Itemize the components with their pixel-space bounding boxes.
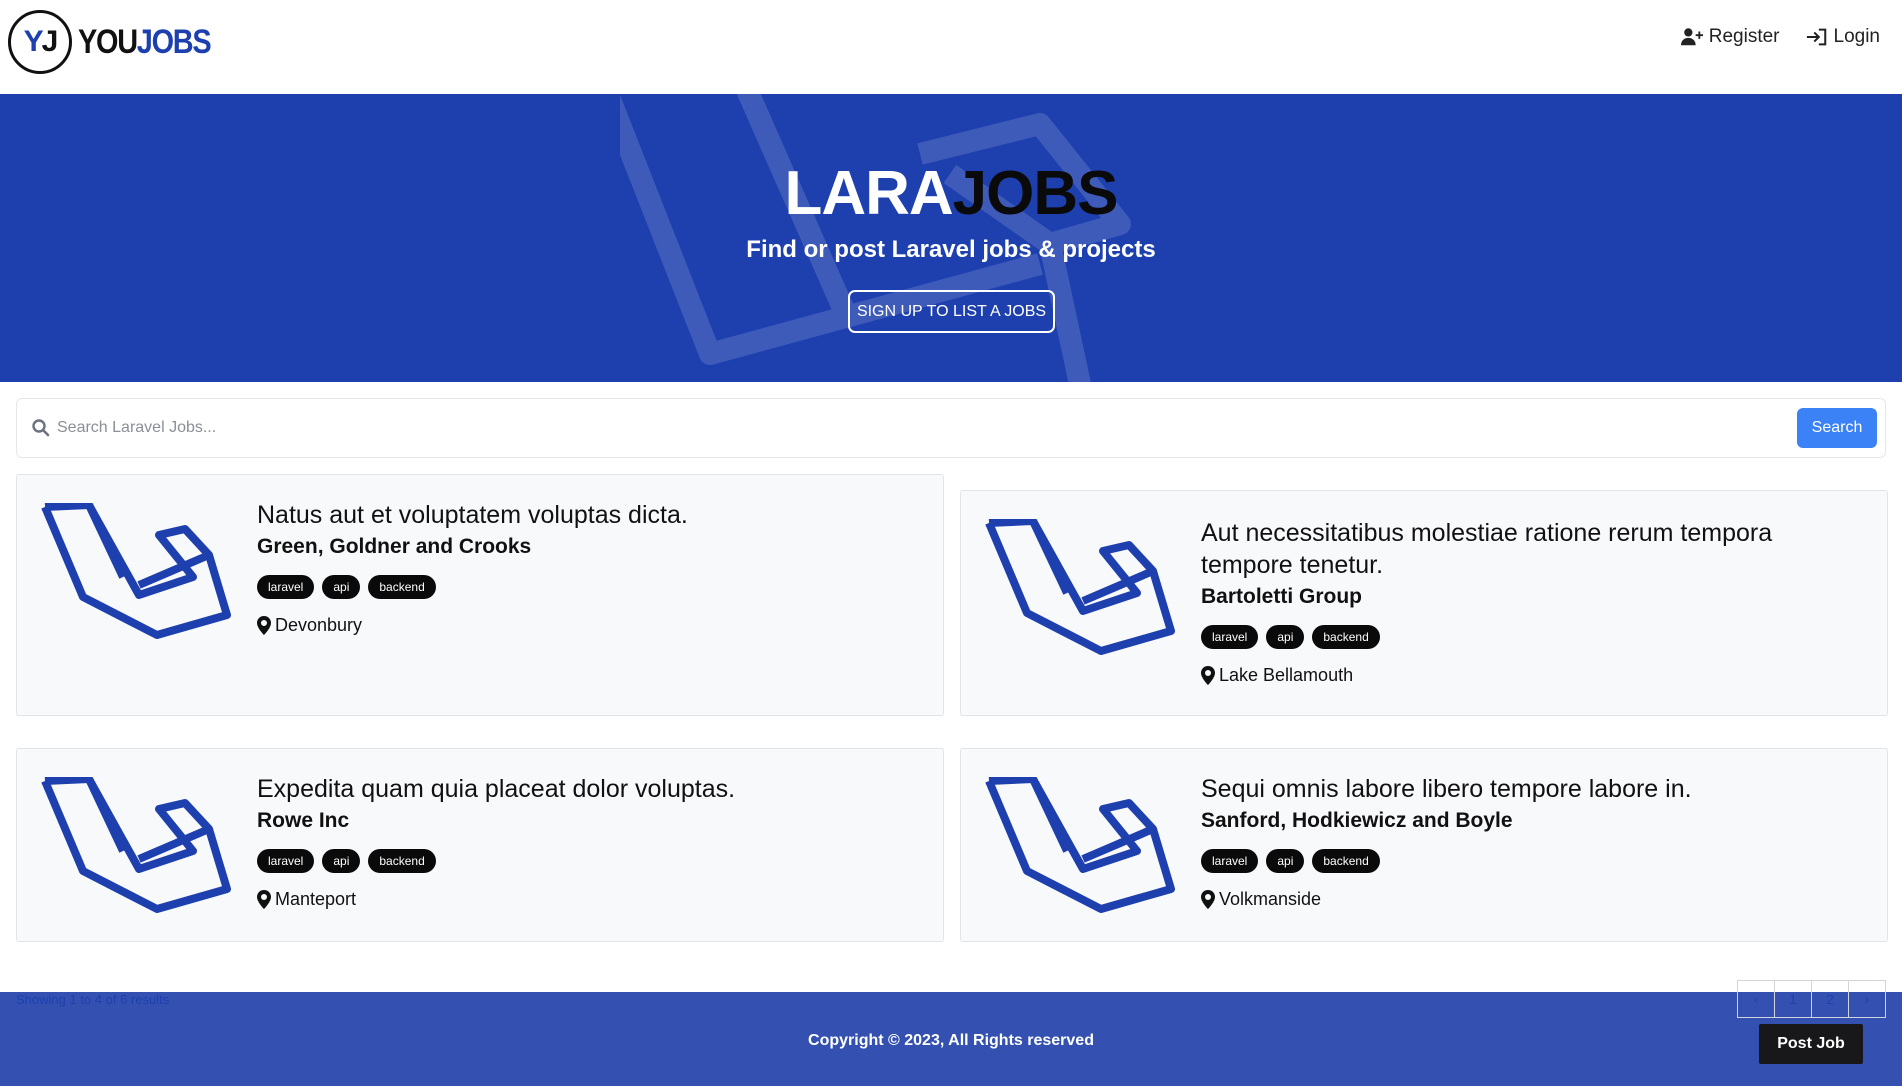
tag-backend[interactable]: backend <box>368 849 436 873</box>
brand-logo[interactable]: YJ YOUJOBS <box>8 10 234 74</box>
search-input[interactable] <box>57 409 1757 447</box>
hero-banner: LARAJOBS Find or post Laravel jobs & pro… <box>0 94 1902 382</box>
job-location: Lake Bellamouth <box>1201 665 1863 686</box>
tag-laravel[interactable]: laravel <box>1201 625 1259 649</box>
page-2-button[interactable]: 2 <box>1811 980 1849 1018</box>
user-plus-icon <box>1680 28 1703 46</box>
job-tags: laravel api backend <box>1201 625 1863 649</box>
location-label: Volkmanside <box>1219 889 1322 909</box>
pagination: ‹ 1 2 › <box>1737 980 1886 1018</box>
job-card[interactable]: Aut necessitatibus molestiae ratione rer… <box>960 490 1888 716</box>
job-tags: laravel api backend <box>257 575 919 599</box>
laravel-logo-icon <box>41 777 231 913</box>
tag-backend[interactable]: backend <box>1312 849 1380 873</box>
login-label: Login <box>1833 26 1881 47</box>
brand-logo-mark: YJ <box>8 10 72 74</box>
job-tags: laravel api backend <box>257 849 919 873</box>
sign-in-icon <box>1806 28 1826 46</box>
auth-nav: Register Login <box>1680 26 1881 48</box>
tag-api[interactable]: api <box>1266 849 1305 873</box>
pagination-info: Showing 1 to 4 of 6 results <box>16 992 170 1007</box>
hero-title-jobs: JOBS <box>952 159 1119 228</box>
job-card[interactable]: Natus aut et voluptatem voluptas dicta. … <box>16 474 944 716</box>
register-label: Register <box>1708 26 1780 47</box>
company-name: Rowe Inc <box>257 809 350 832</box>
map-marker-icon <box>257 616 271 635</box>
post-job-button[interactable]: Post Job <box>1759 1024 1863 1064</box>
prev-page-button[interactable]: ‹ <box>1737 980 1775 1018</box>
job-location: Manteport <box>257 889 919 910</box>
job-card[interactable]: Expedita quam quia placeat dolor volupta… <box>16 748 944 942</box>
tag-laravel[interactable]: laravel <box>257 849 315 873</box>
brand-name-you: YOU <box>78 22 138 61</box>
location-label: Devonbury <box>275 615 363 635</box>
brand-mark-y: Y <box>23 25 44 58</box>
company-name: Bartoletti Group <box>1201 585 1362 608</box>
location-label: Manteport <box>275 889 357 909</box>
brand-name-jobs: JOBS <box>136 22 212 61</box>
footer: Copyright © 2023, All Rights reserved Po… <box>0 992 1902 1086</box>
tag-api[interactable]: api <box>322 575 361 599</box>
laravel-logo-icon <box>41 503 231 639</box>
copyright-text: Copyright © 2023, All Rights reserved <box>808 1032 1094 1049</box>
location-label: Lake Bellamouth <box>1219 665 1354 685</box>
job-location: Devonbury <box>257 615 919 636</box>
job-card[interactable]: Sequi omnis labore libero tempore labore… <box>960 748 1888 942</box>
map-marker-icon <box>1201 890 1215 909</box>
job-location: Volkmanside <box>1201 889 1863 910</box>
signup-list-jobs-button[interactable]: SIGN UP TO LIST A JOBS <box>848 290 1055 333</box>
laravel-logo-icon <box>985 777 1175 913</box>
laravel-logo-icon <box>985 519 1175 655</box>
search-icon <box>32 419 50 437</box>
brand-name: YOUJOBS <box>78 22 212 62</box>
map-marker-icon <box>1201 666 1215 685</box>
company-name: Green, Goldner and Crooks <box>257 535 532 558</box>
hero-title-lara: LARA <box>784 159 953 228</box>
tag-laravel[interactable]: laravel <box>1201 849 1259 873</box>
register-link[interactable]: Register <box>1680 26 1780 48</box>
tag-api[interactable]: api <box>322 849 361 873</box>
top-navbar: YJ YOUJOBS Register Login <box>0 0 1902 94</box>
hero-title: LARAJOBS <box>0 158 1902 229</box>
job-search-bar: Search <box>16 398 1886 458</box>
tag-laravel[interactable]: laravel <box>257 575 315 599</box>
job-title[interactable]: Natus aut et voluptatem voluptas dicta. <box>257 499 919 531</box>
page-1-button[interactable]: 1 <box>1774 980 1812 1018</box>
job-title[interactable]: Expedita quam quia placeat dolor volupta… <box>257 773 919 805</box>
search-button[interactable]: Search <box>1797 408 1877 448</box>
next-page-button[interactable]: › <box>1848 980 1886 1018</box>
login-link[interactable]: Login <box>1806 26 1881 48</box>
job-title[interactable]: Sequi omnis labore libero tempore labore… <box>1201 773 1863 805</box>
job-title[interactable]: Aut necessitatibus molestiae ratione rer… <box>1201 517 1863 581</box>
job-tags: laravel api backend <box>1201 849 1863 873</box>
map-marker-icon <box>257 890 271 909</box>
brand-mark-j: J <box>41 25 59 58</box>
tag-backend[interactable]: backend <box>1312 625 1380 649</box>
tag-backend[interactable]: backend <box>368 575 436 599</box>
tag-api[interactable]: api <box>1266 625 1305 649</box>
hero-subtitle: Find or post Laravel jobs & projects <box>746 236 1156 263</box>
company-name: Sanford, Hodkiewicz and Boyle <box>1201 809 1513 832</box>
